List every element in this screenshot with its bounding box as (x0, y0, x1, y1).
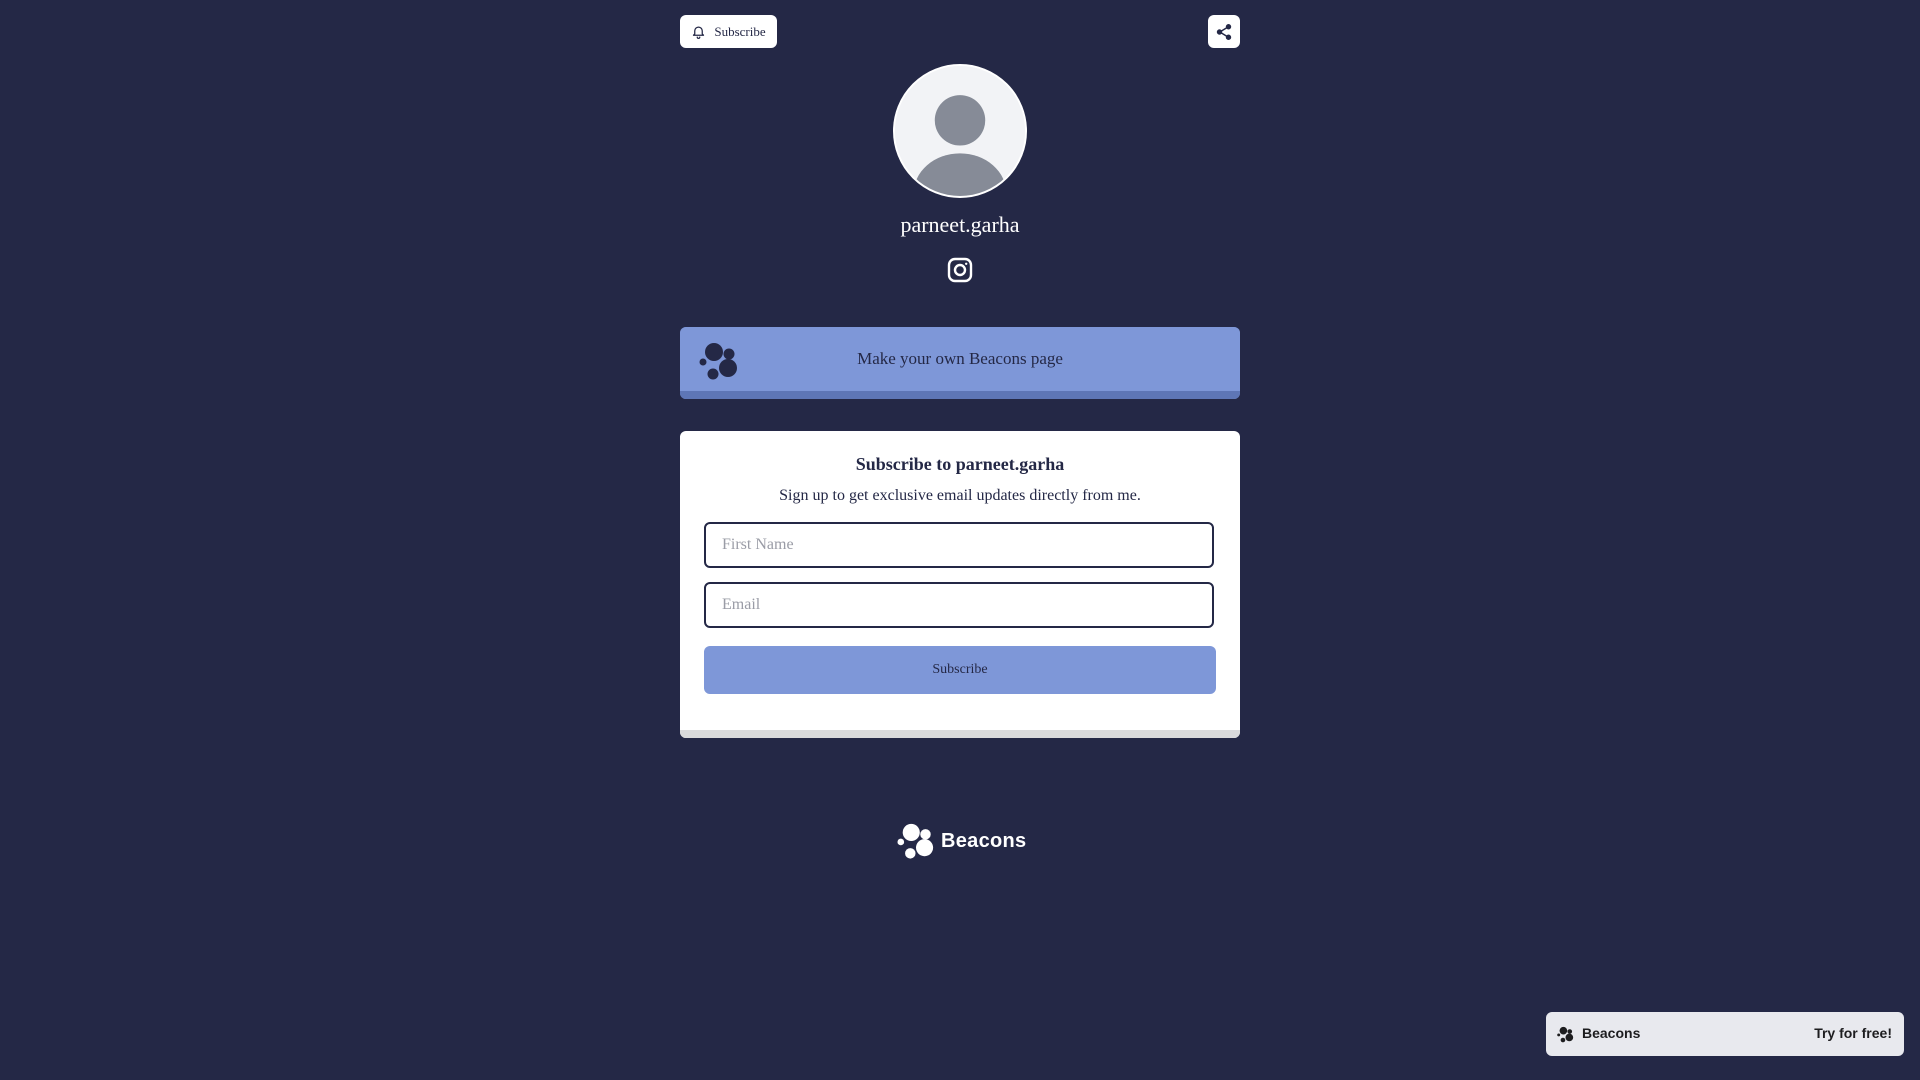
banner-label: Make your own Beacons page (857, 349, 1063, 368)
make-beacons-page-link[interactable]: Make your own Beacons page (680, 327, 1240, 399)
banner-bottom-bar (680, 391, 1240, 399)
subscribe-button[interactable]: Subscribe (704, 646, 1216, 694)
instagram-icon (947, 257, 973, 283)
bell-icon (693, 26, 705, 39)
beacons-logo-icon (1557, 1026, 1574, 1043)
footer-brand: Beacons (941, 829, 1027, 852)
footer-beacons-logo[interactable]: Beacons (897, 822, 1026, 860)
avatar (893, 64, 1027, 198)
promo-brand: Beacons (1582, 1025, 1641, 1041)
header-subscribe-button[interactable]: Subscribe (680, 15, 777, 48)
try-for-free-link[interactable]: Try for free! (1814, 1025, 1892, 1041)
share-button[interactable] (1208, 15, 1240, 48)
subscribe-card-title: Subscribe to parneet.garha (855, 454, 1065, 474)
profile-username: parneet.garha (900, 212, 1020, 237)
header-subscribe-label: Subscribe (714, 23, 766, 39)
first-name-field[interactable] (704, 522, 1214, 568)
subscribe-card: Subscribe to parneet.garha Sign up to ge… (680, 431, 1240, 738)
instagram-link[interactable] (946, 256, 974, 284)
try-for-free-bar[interactable]: Beacons Try for free! (1546, 1012, 1904, 1056)
email-field[interactable] (704, 582, 1214, 628)
beacons-logo-icon (897, 823, 934, 859)
share-icon (1216, 23, 1232, 40)
user-avatar-icon (895, 66, 1025, 196)
card-bottom-bar (680, 730, 1240, 738)
subscribe-card-description: Sign up to get exclusive email updates d… (779, 487, 1141, 504)
